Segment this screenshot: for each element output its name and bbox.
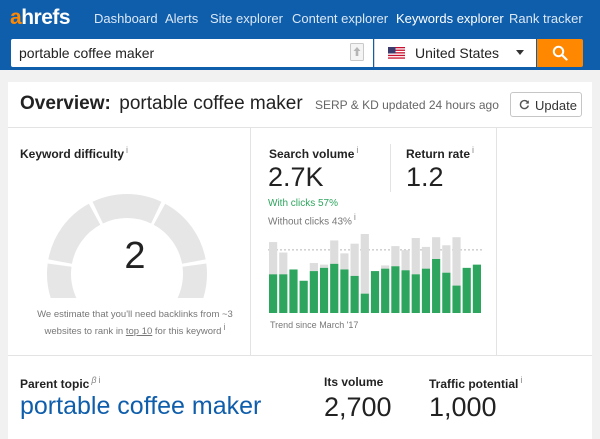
country-select[interactable]: United States (374, 39, 536, 67)
trend-bar-with-clicks (381, 268, 390, 313)
search-input[interactable] (11, 39, 373, 67)
divider (390, 144, 391, 192)
without-clicks: Without clicks 43% i (268, 212, 356, 228)
trend-label: Trend since March '17 (270, 320, 359, 330)
nav-rank-tracker[interactable]: Rank tracker (509, 11, 583, 26)
update-button[interactable]: Update (510, 92, 582, 117)
info-icon[interactable]: i (520, 375, 522, 385)
gauge-segment (177, 263, 207, 298)
gauge-segment (48, 203, 101, 264)
trend-bar-without-clicks (421, 246, 431, 269)
ahrefs-logo[interactable]: ahrefs (10, 7, 71, 29)
kd-note: We estimate that you'll need backlinks f… (37, 309, 233, 338)
kd-value: 2 (124, 235, 146, 277)
trend-bar-with-clicks (299, 280, 308, 313)
top-10-link[interactable]: top 10 (126, 326, 152, 337)
trend-bar-with-clicks (442, 272, 451, 313)
divider (8, 127, 592, 128)
trend-bar-with-clicks (289, 269, 298, 313)
trend-bar-with-clicks (269, 274, 278, 313)
info-icon[interactable]: i (356, 145, 358, 155)
info-icon[interactable]: i (472, 145, 474, 155)
overview-panel: Overview: portable coffee maker SERP & K… (8, 82, 592, 439)
gauge-segment (47, 263, 77, 298)
page-title: Overview: (20, 93, 111, 114)
kd-label: Keyword difficulty i (20, 145, 129, 161)
trend-bar-without-clicks (309, 263, 318, 272)
upload-icon[interactable] (350, 43, 364, 61)
parent-topic-label: Parent topic β i (20, 375, 101, 391)
search-icon (552, 45, 568, 61)
info-icon[interactable]: i (223, 322, 225, 332)
trend-bar-with-clicks (340, 269, 349, 313)
trend-bar-without-clicks (360, 234, 369, 294)
nav-dashboard[interactable]: Dashboard (94, 11, 158, 26)
gauge-segment (92, 194, 162, 224)
trend-chart (268, 234, 482, 313)
nav-alerts[interactable]: Alerts (165, 11, 198, 26)
trend-bar-with-clicks (401, 270, 410, 313)
info-icon[interactable]: i (99, 375, 101, 385)
divider (250, 128, 251, 355)
trend-bar-with-clicks (350, 275, 359, 313)
trend-bar-without-clicks (391, 246, 400, 267)
nav-keywords-explorer[interactable]: Keywords explorer (396, 11, 504, 26)
trend-bar-without-clicks (401, 250, 410, 271)
trend-bar-with-clicks (452, 285, 461, 313)
overview-keyword: portable coffee maker (119, 93, 303, 114)
return-rate-label: Return rate i (406, 145, 475, 161)
info-icon[interactable]: i (126, 145, 128, 155)
trend-bar-without-clicks (442, 245, 451, 273)
trend-bar-with-clicks (391, 266, 400, 313)
trend-bar-without-clicks (432, 237, 441, 259)
trend-bar-with-clicks (421, 268, 431, 313)
trend-bar-without-clicks (319, 264, 329, 268)
divider (8, 355, 592, 356)
trend-bar-with-clicks (330, 263, 339, 313)
country-label: United States (415, 45, 500, 61)
trend-bar-without-clicks (269, 242, 278, 275)
info-icon[interactable]: i (354, 212, 356, 222)
trend-bar-with-clicks (472, 264, 481, 313)
gauge-segment (153, 203, 206, 264)
nav-site-explorer[interactable]: Site explorer (210, 11, 283, 26)
its-volume-value: 2,700 (324, 392, 392, 422)
trend-bar-with-clicks (319, 267, 329, 313)
trend-bar-without-clicks (452, 237, 461, 286)
its-volume-label: Its volume (324, 375, 384, 389)
trend-bar-with-clicks (309, 271, 318, 313)
trend-bar-with-clicks (360, 293, 369, 313)
search-volume-value: 2.7K (268, 162, 324, 192)
trend-bar-without-clicks (279, 252, 288, 275)
return-rate-value: 1.2 (406, 162, 444, 192)
trend-bar-with-clicks (370, 271, 380, 313)
trend-bar-without-clicks (330, 240, 339, 264)
search-volume-label: Search volume i (269, 145, 359, 161)
nav-content-explorer[interactable]: Content explorer (292, 11, 388, 26)
trend-bar-without-clicks (350, 243, 359, 276)
with-clicks: With clicks 57% (268, 198, 339, 209)
updated-status: SERP & KD updated 24 hours ago (315, 98, 499, 112)
beta-badge: β (91, 375, 97, 385)
refresh-icon (519, 99, 529, 110)
trend-bar-without-clicks (340, 253, 349, 270)
trend-bar-without-clicks (411, 238, 420, 275)
chevron-down-icon (516, 50, 524, 55)
trend-bar-with-clicks (411, 274, 420, 313)
trend-bar-with-clicks (432, 258, 441, 313)
trend-bar-with-clicks (279, 274, 288, 313)
us-flag-icon (388, 47, 405, 59)
divider (496, 128, 497, 355)
top-nav: ahrefs Dashboard Alerts Site explorer Co… (0, 0, 600, 36)
overview-header: Overview: portable coffee maker (20, 93, 303, 115)
traffic-potential-value: 1,000 (429, 392, 497, 422)
traffic-potential-label: Traffic potential i (429, 375, 523, 391)
trend-bar-without-clicks (381, 265, 390, 269)
parent-topic-link[interactable]: portable coffee maker (20, 392, 261, 421)
trend-bar-with-clicks (462, 267, 471, 313)
search-button[interactable] (537, 39, 583, 67)
